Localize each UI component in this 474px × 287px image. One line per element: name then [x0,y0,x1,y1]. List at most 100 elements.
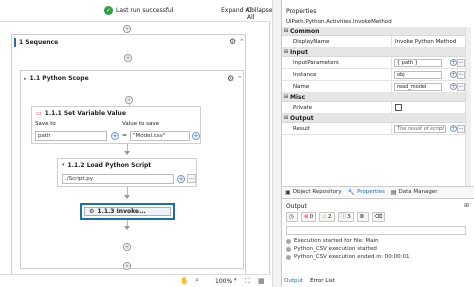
collapse-all-button[interactable]: Collapse All [247,7,273,21]
pin-icon[interactable]: ⊞ [464,202,469,209]
output-search-input[interactable] [286,226,466,235]
ellipsis-button[interactable]: … [457,125,465,133]
gear-icon[interactable]: ⚙ [227,75,235,83]
output-log-list: Execution started for file: Main Python_… [286,237,466,261]
tab-output[interactable]: Output [284,278,303,284]
info-filter-button[interactable]: ⓘ 3 [337,212,354,222]
output-panel: Output ◷ ⊗ 0 ⚠ 2 ⓘ 3 ≣ ⌫ ⊞ Execution starte… [281,198,474,287]
add-argument-plus-icon[interactable]: + [177,175,185,183]
instance-field[interactable]: obj [394,71,442,79]
add-activity-plus-icon[interactable]: + [123,243,131,251]
scrollbar[interactable] [465,27,471,187]
add-variable-plus-icon[interactable]: + [111,132,119,140]
property-row[interactable]: Result The result of script in... + … [282,123,465,135]
wrench-icon: 🔧 [347,188,356,196]
object-repository-icon: ▣ [285,188,291,196]
log-line[interactable]: Execution started for file: Main [286,237,466,245]
properties-tabs: ▣ Object Repository 🔧 Properties ▤ Data … [283,186,474,197]
info-dot-icon [286,238,291,244]
ellipsis-button[interactable]: … [457,59,465,67]
property-value[interactable] [392,102,465,113]
private-checkbox[interactable] [395,104,402,111]
add-plus-icon[interactable]: + [450,125,457,132]
property-name: DisplayName [282,36,392,47]
zoom-bar: ✋ ⌕ 100% ▾ ⛶ ▦ [0,274,270,287]
add-plus-icon[interactable]: + [450,59,457,66]
add-plus-icon[interactable]: + [450,71,457,78]
clock-filter-button[interactable]: ◷ [286,212,298,222]
error-count: 0 [309,214,314,220]
category-input[interactable]: ⊟ Input [282,48,465,57]
zoom-search-icon[interactable]: ⌕ [195,276,199,285]
result-field[interactable]: The result of script in... [394,125,446,133]
fit-screen-icon[interactable]: ⛶ [245,277,250,286]
collapse-icon[interactable]: ⊟ [282,28,290,34]
add-value-plus-icon[interactable]: + [192,132,200,140]
collapse-icon[interactable]: ⌃ [237,75,243,83]
set-variable-title: 1.1.1 Set Variable Value [44,109,126,117]
tab-object-repository[interactable]: ▣ Object Repository [285,189,342,196]
collapse-triangle-icon: ▾ [62,162,65,168]
clear-icon: ⌫ [374,214,383,220]
collapse-icon[interactable]: ⊟ [282,115,290,121]
warning-icon: ⚠ [322,214,328,220]
equals-sign: = [122,132,128,139]
load-python-script-activity[interactable]: ▾ 1.1.2 Load Python Script ./Script.py +… [57,158,197,187]
properties-title: Properties [286,8,317,15]
connector-arrow-icon [124,226,130,230]
tab-properties[interactable]: 🔧 Properties [348,189,385,196]
zoom-level[interactable]: 100% [215,278,232,285]
add-plus-icon[interactable]: + [450,83,457,90]
property-value[interactable]: read_model + … [392,81,465,92]
property-row[interactable]: Private [282,102,465,114]
add-activity-plus-icon[interactable]: + [123,25,131,33]
property-row[interactable]: DisplayName Invoke Python Method [282,36,465,48]
category-common[interactable]: ⊟ Common [282,27,465,36]
load-python-header: ▾ 1.1.2 Load Python Script [58,159,196,171]
display-name-value[interactable]: Invoke Python Method [392,36,465,47]
save-to-label: Save to [35,121,56,127]
hand-icon[interactable]: ✋ [180,277,189,285]
log-line[interactable]: Python_CSV execution ended in: 00:00:01 [286,253,466,261]
splitter[interactable] [272,0,281,287]
value-to-save-field[interactable]: "Model.csv" [130,131,190,141]
browse-button[interactable]: … [187,174,196,183]
save-to-field[interactable]: path [35,131,107,141]
chevron-down-icon[interactable]: ▾ [234,277,237,283]
invoke-activity-body: ⚙ 1.1.3 Invoke... [84,207,171,216]
add-activity-plus-icon[interactable]: + [125,96,133,104]
collapse-icon[interactable]: ⊟ [282,49,290,55]
overview-icon[interactable]: ▦ [258,277,265,285]
clear-button[interactable]: ⌫ [371,212,386,222]
property-row[interactable]: Name read_model + … [282,81,465,93]
collapse-icon[interactable]: ⌃ [239,38,245,46]
warnings-filter-button[interactable]: ⚠ 2 [319,212,335,222]
property-value[interactable]: obj + … [392,69,465,80]
gear-icon[interactable]: ⚙ [229,38,237,46]
tab-error-list[interactable]: Error List [310,278,335,284]
property-row[interactable]: InputParameters { path } + … [282,57,465,69]
trace-filter-button[interactable]: ≣ [356,212,369,222]
script-path-field[interactable]: ./Script.py [62,174,174,184]
category-misc[interactable]: ⊟ Misc [282,93,465,102]
load-python-title: 1.1.2 Load Python Script [67,161,152,169]
add-activity-plus-icon[interactable]: + [124,54,132,62]
property-name: Private [282,102,392,113]
add-activity-plus-icon[interactable]: + [123,262,131,270]
ellipsis-button[interactable]: … [457,83,465,91]
input-parameters-field[interactable]: { path } [394,59,442,67]
tab-data-manager[interactable]: ▤ Data Manager [391,189,438,196]
invoke-title: 1.1.3 Invoke... [97,208,146,215]
tab-label: Properties [357,189,385,195]
property-row[interactable]: Instance obj + … [282,69,465,81]
name-field[interactable]: read_model [394,83,442,91]
invoke-python-method-activity[interactable]: ⚙ 1.1.3 Invoke... [80,203,175,220]
ellipsis-button[interactable]: … [457,71,465,79]
log-line[interactable]: Python_CSV execution started [286,245,466,253]
set-variable-activity[interactable]: ▭ 1.1.1 Set Variable Value Save to Value… [31,106,201,144]
property-value[interactable]: The result of script in... + … [392,123,465,134]
errors-filter-button[interactable]: ⊗ 0 [301,212,317,222]
property-value[interactable]: { path } + … [392,57,465,68]
category-output[interactable]: ⊟ Output [282,114,465,123]
collapse-icon[interactable]: ⊟ [282,94,290,100]
